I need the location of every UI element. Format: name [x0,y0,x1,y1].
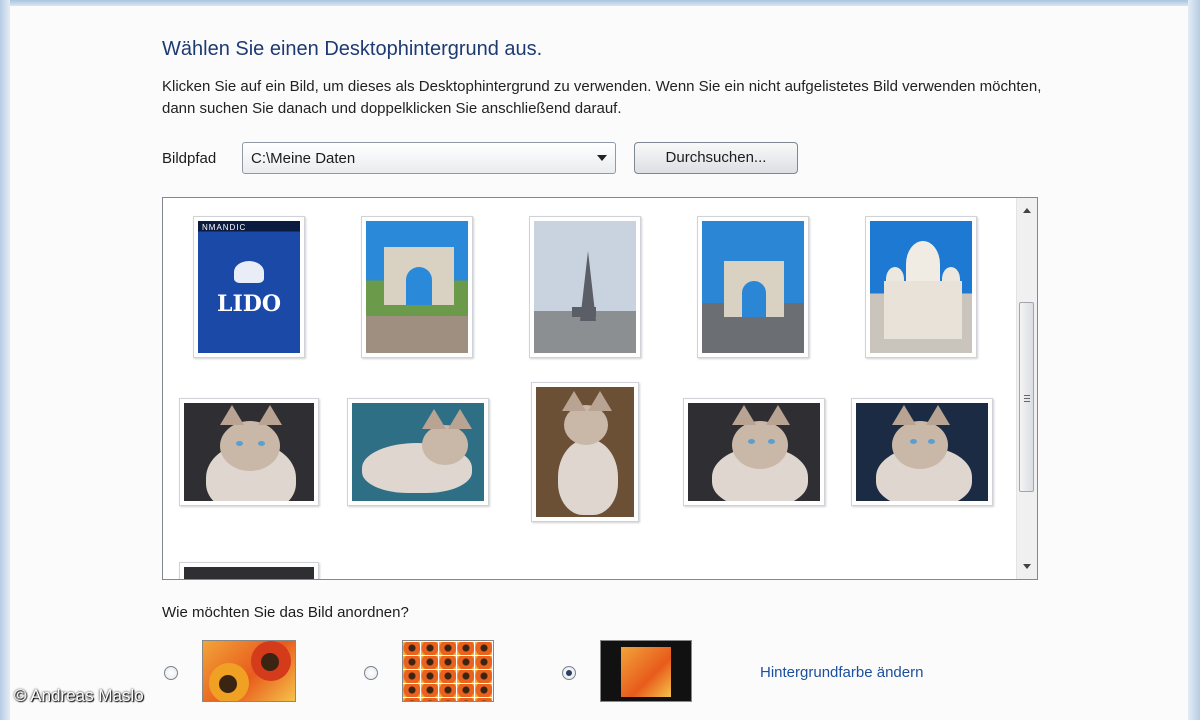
scroll-down-arrow-icon[interactable] [1023,564,1031,569]
thumbnail-lido[interactable]: NMANDIC LIDO [193,216,305,358]
centered-picture [621,647,671,697]
path-value: C:\Meine Daten [251,150,356,167]
background-color-link[interactable]: Hintergrundfarbe ändern [760,664,923,681]
cat-face [732,421,788,469]
center-option-preview[interactable] [600,640,692,702]
cat-eye [258,441,265,446]
window-right-border [1188,0,1200,720]
cat-ear [422,409,446,429]
arc-opening [406,267,432,305]
eiffel-tower-base [572,307,596,317]
cat-ear [588,391,612,411]
thumbnail-sacre-coeur[interactable] [865,216,977,358]
lido-sign-text: NMANDIC [202,223,247,232]
dropdown-arrow-icon[interactable] [597,155,607,161]
lido-image: NMANDIC LIDO [198,221,300,353]
cat-image-3 [536,387,634,517]
thumbnail-partial[interactable] [179,562,319,579]
dialog-title: Wählen Sie einen Desktophintergrund aus. [162,38,543,60]
path-label: Bildpfad [162,150,217,167]
fill-option-preview[interactable] [202,640,296,702]
cat-ear [220,405,244,425]
thumbnail-cat-1[interactable] [179,398,319,506]
gallery-scrollbar[interactable] [1016,198,1037,579]
thumbnail-arc-de-triomphe-2[interactable] [697,216,809,358]
arc-image-2 [702,221,804,353]
browse-button[interactable]: Durchsuchen... [634,142,798,174]
cat-eye [236,441,243,446]
lido-logo [234,261,264,283]
flower-center [219,675,237,693]
thumbnail-arc-de-triomphe-1[interactable] [361,216,473,358]
window-left-border [0,0,10,720]
cat-eye [928,439,935,444]
sacre-coeur-image [870,221,972,353]
cat-ear [562,391,586,411]
thumbnail-cat-5[interactable] [851,398,993,506]
cat-eye [768,439,775,444]
arrange-label: Wie möchten Sie das Bild anordnen? [162,604,409,621]
thumbnail-eiffel-tower[interactable] [529,216,641,358]
radio-tile[interactable] [364,666,378,680]
basilica-body [884,281,962,339]
cat-face [892,421,948,469]
cat-image-2 [352,403,484,501]
cat-image-5 [856,403,988,501]
eiffel-image [534,221,636,353]
thumbnail-cat-2[interactable] [347,398,489,506]
cat-face [220,421,280,471]
path-dropdown[interactable]: C:\Meine Daten [242,142,616,174]
tile-option-preview[interactable] [402,640,494,702]
cat-face [564,405,608,445]
cat-eye [910,439,917,444]
thumbnail-cat-4[interactable] [683,398,825,506]
picture-gallery: NMANDIC LIDO [162,197,1038,580]
cat-ear [448,409,472,429]
partial-image [184,567,314,579]
cat-face [422,425,468,465]
grip-icon [1024,395,1030,402]
dialog-description: Klicken Sie auf ein Bild, um dieses als … [162,78,1042,117]
cat-image-1 [184,403,314,501]
cat-body [558,439,618,515]
scrollbar-thumb[interactable] [1019,302,1034,492]
cat-ear [766,405,790,425]
scroll-up-arrow-icon[interactable] [1023,208,1031,213]
copyright-watermark: © Andreas Maslo [14,686,144,705]
cat-ear [732,405,756,425]
arc-opening [742,281,766,317]
flower-center [261,653,279,671]
cat-ear [258,405,282,425]
cat-eye [748,439,755,444]
cat-ear [892,405,916,425]
arc-image-1 [366,221,468,353]
radio-center[interactable] [562,666,576,680]
lido-text: LIDO [216,291,281,317]
radio-fill[interactable] [164,666,178,680]
cat-ear [926,405,950,425]
thumbnail-cat-3[interactable] [531,382,639,522]
cat-image-4 [688,403,820,501]
